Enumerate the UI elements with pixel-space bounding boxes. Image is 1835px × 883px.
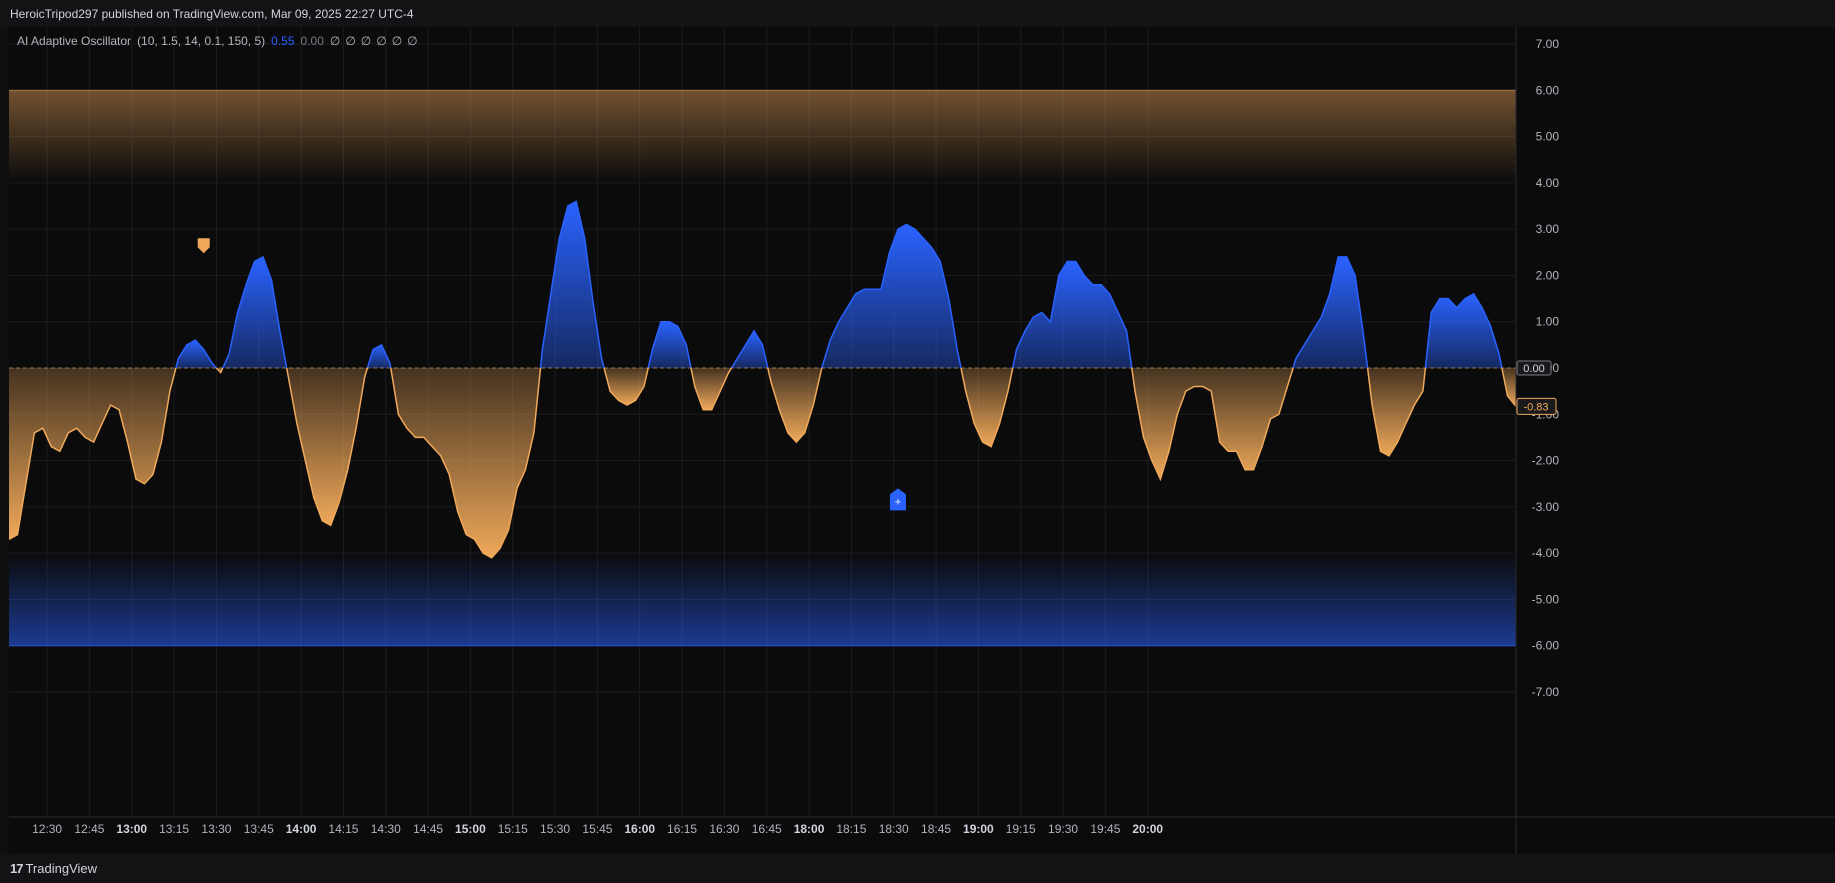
x-tick-16:15: 16:15 — [667, 822, 697, 836]
x-tick-16:00: 16:00 — [624, 822, 655, 836]
brand-name: TradingView — [25, 861, 98, 876]
bear-signal-shape — [197, 238, 210, 254]
x-tick-12:30: 12:30 — [32, 822, 62, 836]
bear-area-20 — [1501, 368, 1516, 407]
bull-area-19 — [1425, 293, 1502, 368]
y-tick-6.00: 6.00 — [1536, 83, 1560, 97]
footer-bar: 17 TradingView — [0, 854, 1835, 883]
legend-empty-5: ∅ — [391, 34, 403, 48]
y-tick-1.00: 1.00 — [1536, 315, 1560, 329]
x-tick-14:00: 14:00 — [286, 822, 317, 836]
legend-empty-3: ∅ — [360, 34, 372, 48]
overbought-band — [9, 90, 1516, 183]
y-tick-5.00: 5.00 — [1536, 130, 1560, 144]
x-tick-15:45: 15:45 — [582, 822, 612, 836]
x-tick-16:45: 16:45 — [752, 822, 782, 836]
x-tick-15:00: 15:00 — [455, 822, 486, 836]
x-tick-13:15: 13:15 — [159, 822, 189, 836]
legend-empty-1: ∅ — [329, 34, 341, 48]
oscillator-chart[interactable]: + 7.006.005.004.003.002.001.000.00-1.00-… — [9, 27, 1835, 854]
bear-area-6 — [390, 368, 541, 558]
publisher-info: HeroicTripod297 published on TradingView… — [10, 7, 414, 21]
bear-area-10 — [691, 368, 732, 410]
y-axis-bg — [1516, 27, 1835, 854]
y-axis[interactable]: 7.006.005.004.003.002.001.000.00-1.00-2.… — [1515, 27, 1835, 854]
brand-mark: 17 — [10, 861, 24, 876]
y-tick-2.00: 2.00 — [1536, 268, 1560, 282]
tradingview-logo[interactable]: 17 TradingView — [10, 861, 97, 876]
y-tick--4.00: -4.00 — [1532, 546, 1560, 560]
x-tick-14:45: 14:45 — [413, 822, 443, 836]
y-tick--6.00: -6.00 — [1532, 639, 1560, 653]
last-value-text: 0.00 — [1523, 363, 1544, 375]
bull-area-17 — [1293, 256, 1368, 368]
legend-empty-6: ∅ — [407, 34, 418, 48]
bull-area-15 — [1012, 261, 1132, 368]
x-tick-18:15: 18:15 — [836, 822, 866, 836]
y-tick--2.00: -2.00 — [1532, 454, 1560, 468]
y-tick-4.00: 4.00 — [1536, 176, 1560, 190]
chart-frame[interactable]: + 7.006.005.004.003.002.001.000.00-1.00-… — [9, 27, 1835, 854]
legend-empty-2: ∅ — [345, 34, 356, 48]
indicator-name[interactable]: AI Adaptive Oscillator — [17, 34, 131, 48]
indicator-legend[interactable]: AI Adaptive Oscillator (10, 1.5, 14, 0.1,… — [17, 34, 429, 48]
bear-area-0 — [9, 368, 176, 540]
bear-area-4 — [286, 368, 368, 526]
y-tick--7.00: -7.00 — [1532, 685, 1560, 699]
x-tick-14:15: 14:15 — [328, 822, 358, 836]
x-tick-19:30: 19:30 — [1048, 822, 1078, 836]
x-tick-20:00: 20:00 — [1132, 822, 1163, 836]
y-tick-7.00: 7.00 — [1536, 37, 1560, 51]
bull-marker-1: + — [889, 488, 906, 511]
x-tick-12:45: 12:45 — [74, 822, 104, 836]
x-tick-13:30: 13:30 — [201, 822, 231, 836]
top-bar: HeroicTripod297 published on TradingView… — [0, 0, 1835, 27]
legend-value-main: 0.55 — [271, 34, 295, 48]
current-value-text: -0.83 — [1523, 401, 1548, 413]
legend-empty-4: ∅ — [376, 34, 387, 48]
bull-area-9 — [648, 321, 691, 368]
x-tick-14:30: 14:30 — [371, 822, 401, 836]
y-tick-3.00: 3.00 — [1536, 222, 1560, 236]
x-tick-19:15: 19:15 — [1006, 822, 1036, 836]
y-tick--3.00: -3.00 — [1532, 500, 1560, 514]
x-tick-15:15: 15:15 — [498, 822, 528, 836]
x-tick-18:30: 18:30 — [879, 822, 909, 836]
bull-area-11 — [731, 331, 768, 368]
oversold-band — [9, 553, 1516, 646]
x-tick-18:00: 18:00 — [794, 822, 825, 836]
x-tick-18:45: 18:45 — [921, 822, 951, 836]
legend-empty-values: ∅ ∅ ∅ ∅ ∅ ∅ — [330, 34, 423, 48]
bear-marker-0 — [197, 238, 210, 254]
x-tick-13:45: 13:45 — [244, 822, 274, 836]
x-tick-13:00: 13:00 — [116, 822, 147, 836]
y-tick--5.00: -5.00 — [1532, 592, 1560, 606]
bear-area-14 — [960, 368, 1013, 447]
bull-signal-symbol: + — [895, 496, 901, 508]
bull-area-7 — [540, 201, 605, 368]
legend-value-zero: 0.00 — [300, 34, 324, 48]
oscillator-area — [9, 200, 1516, 559]
indicator-params: (10, 1.5, 14, 0.1, 150, 5) — [137, 34, 266, 48]
x-tick-15:30: 15:30 — [540, 822, 570, 836]
x-tick-19:00: 19:00 — [963, 822, 994, 836]
x-tick-16:30: 16:30 — [709, 822, 739, 836]
bear-area-8 — [604, 368, 649, 405]
last-value-badge: 0.00 — [1516, 360, 1552, 376]
current-value-badge: -0.83 — [1516, 397, 1557, 415]
x-tick-19:45: 19:45 — [1090, 822, 1120, 836]
